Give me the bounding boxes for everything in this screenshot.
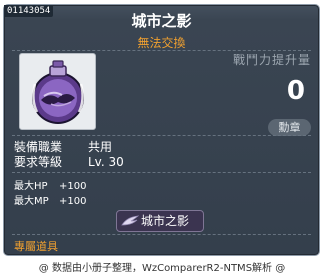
- footer-credit: @ 数据由小册子整理，WzComparerR2-NTMS解析 @: [38, 263, 286, 274]
- combat-power-label: 戰鬥力提升量: [232, 53, 311, 67]
- item-title: 城市之影: [131, 12, 192, 30]
- wing-icon: [121, 215, 139, 226]
- divider: [12, 135, 311, 136]
- stat-row: 最大HP +100: [14, 177, 86, 192]
- set-tag-label: 城市之影: [141, 214, 190, 228]
- combat-power-value: 0: [286, 76, 305, 106]
- item-tooltip: 01143054 城市之影 無法交換 戰鬥力提升量 0 勳章 裝備職業 共用 要求…: [3, 4, 320, 256]
- divider: [12, 172, 311, 173]
- set-tag: 城市之影: [116, 210, 204, 232]
- divider: [12, 234, 311, 235]
- medal-icon: [32, 60, 84, 124]
- level-row: 要求等級 Lv. 30: [14, 153, 124, 170]
- exclusive-item-label: 專屬道具: [14, 240, 58, 253]
- medal-button[interactable]: 勳章: [268, 119, 311, 136]
- trade-restriction: 無法交換: [137, 36, 186, 50]
- level-value: Lv. 30: [88, 155, 124, 169]
- stat-label: 最大MP: [14, 196, 49, 207]
- level-label: 要求等級: [14, 155, 63, 169]
- item-icon-frame: [19, 53, 96, 130]
- stat-value: +100: [59, 181, 87, 192]
- stat-row: 最大MP +100: [14, 192, 86, 207]
- job-value: 共用: [88, 140, 113, 154]
- stat-label: 最大HP: [14, 181, 48, 192]
- stat-value: +100: [59, 196, 87, 207]
